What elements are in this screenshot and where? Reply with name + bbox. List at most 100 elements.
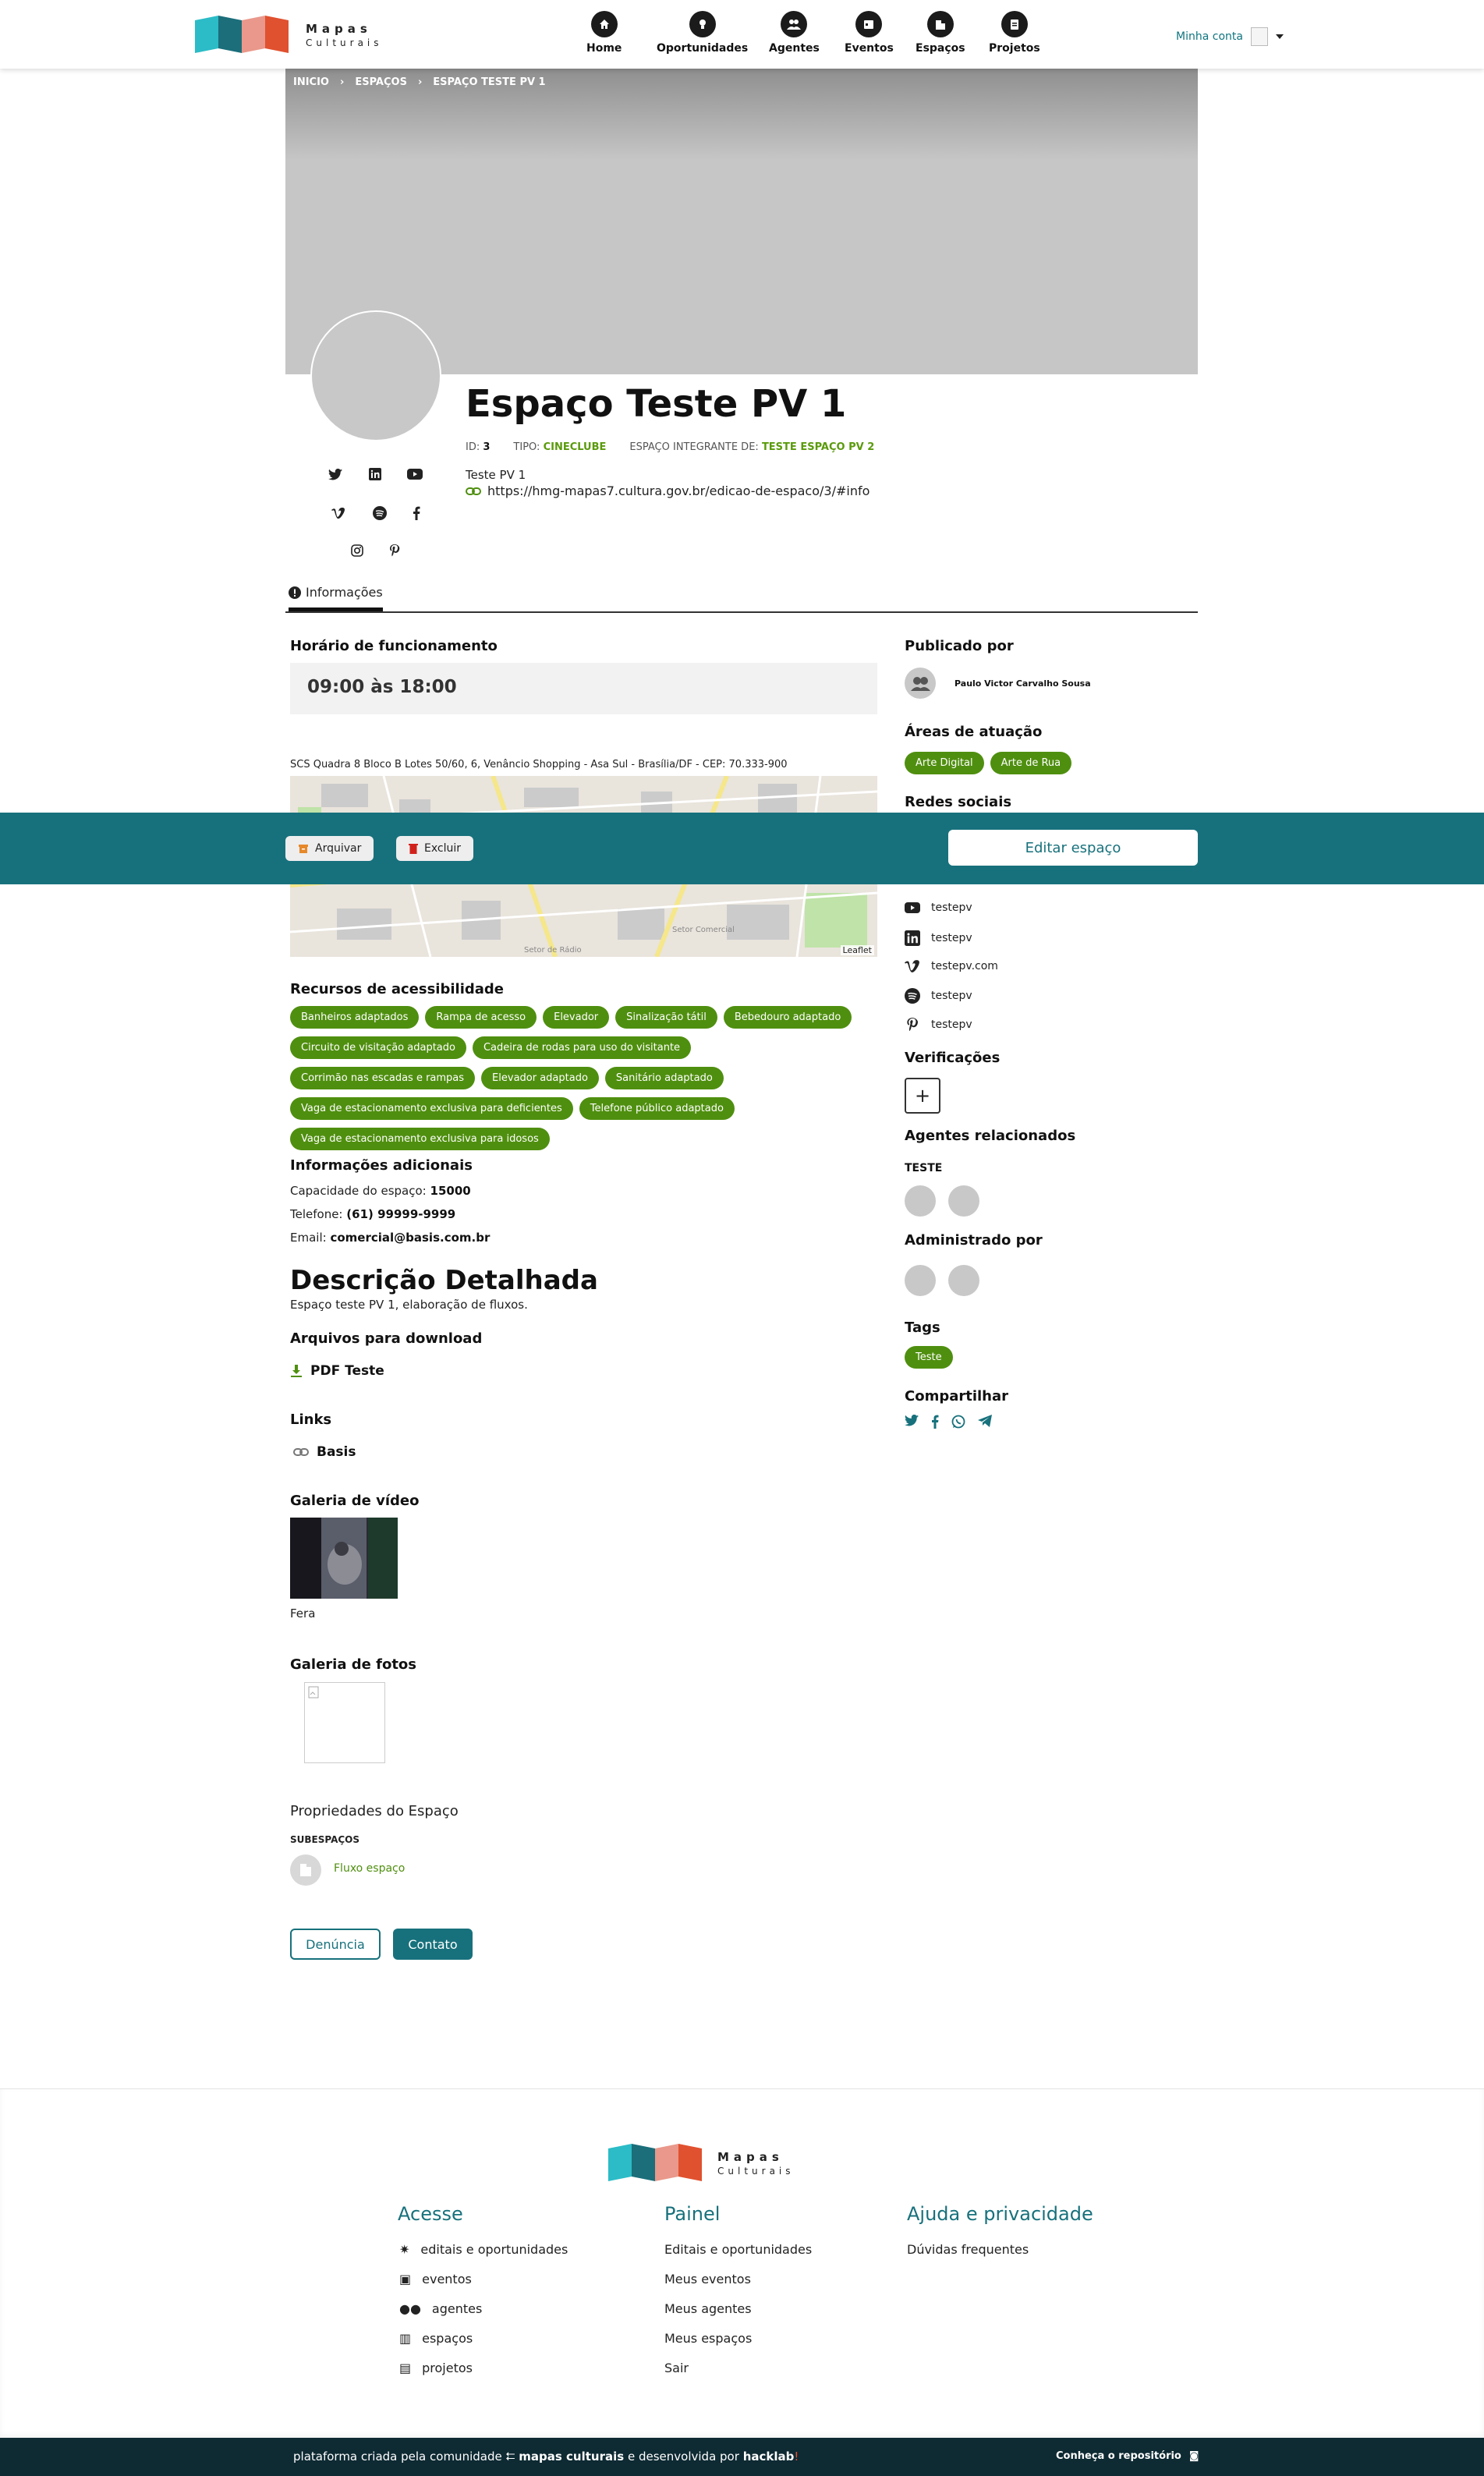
logo-icon[interactable] (608, 2144, 702, 2181)
footer-link-label: projetos (422, 2361, 473, 2375)
footer-link[interactable]: Meus espaços (664, 2331, 752, 2346)
accessibility-tag: Corrimão nas escadas e rampas (290, 1067, 476, 1089)
link-icon (293, 1448, 309, 1456)
edit-button[interactable]: Editar espaço (948, 830, 1198, 866)
social-heading: Redes sociais (905, 794, 1012, 810)
vimeo-icon[interactable] (331, 505, 346, 521)
footer-link[interactable]: ▤ projetos (399, 2361, 473, 2375)
nav-oportunidades[interactable]: Oportunidades (657, 11, 748, 55)
admin-avatar[interactable] (948, 1265, 979, 1296)
spotify-icon[interactable] (372, 505, 388, 521)
tab-informacoes[interactable]: Informações (289, 585, 383, 611)
photo-thumbnail[interactable] (304, 1682, 385, 1763)
admin-avatar[interactable] (905, 1265, 936, 1296)
breadcrumb-item[interactable]: ESPAÇOS (355, 76, 407, 88)
twitter-icon[interactable] (328, 466, 343, 482)
home-icon (590, 11, 618, 37)
facebook-icon[interactable] (409, 505, 424, 521)
nav-home[interactable]: Home (586, 11, 622, 55)
subspace-link[interactable]: Fluxo espaço (334, 1862, 405, 1875)
footer-link[interactable]: ●● agentes (399, 2301, 482, 2316)
telegram-icon[interactable] (978, 1415, 992, 1427)
account-menu[interactable]: Minha conta (1176, 27, 1284, 46)
pinterest-icon[interactable] (387, 543, 402, 558)
video-thumbnail[interactable] (290, 1518, 398, 1599)
areas-list: Arte Digital Arte de Rua (905, 752, 1078, 782)
footer-link[interactable]: ▣ eventos (399, 2272, 472, 2286)
social-handle: testepv.com (931, 960, 998, 972)
footer-link[interactable]: ▥ espaços (399, 2331, 473, 2346)
nav-label: Agentes (769, 42, 820, 55)
footer-logo-text[interactable]: Mapas Culturais (717, 2150, 795, 2178)
parent-label: ESPAÇO INTEGRANTE DE: (629, 441, 759, 453)
footer-link[interactable]: ✷ editais e oportunidades (399, 2242, 568, 2257)
footer: Mapas Culturais Acesse ✷ editais e oportu… (0, 2088, 1484, 2438)
verifications-heading: Verificações (905, 1050, 1001, 1066)
cover-image (285, 69, 1198, 374)
logo-text[interactable]: Mapas Culturais (306, 22, 383, 50)
building-icon (926, 11, 954, 37)
youtube-icon[interactable] (407, 466, 423, 482)
footer-link[interactable]: Meus agentes (664, 2301, 752, 2316)
publisher-name[interactable]: Paulo Victor Carvalho Sousa (955, 678, 1091, 689)
map-label: Setor Comercial (672, 926, 735, 934)
agent-avatar[interactable] (948, 1185, 979, 1217)
publisher-avatar[interactable] (905, 668, 936, 699)
description-heading: Descrição Detalhada (290, 1265, 598, 1296)
links-heading: Links (290, 1412, 332, 1428)
social-row-youtube[interactable]: testepv (905, 901, 972, 914)
nav-espacos[interactable]: Espaços (916, 11, 965, 55)
delete-button[interactable]: Excluir (396, 836, 473, 861)
bottom-bar: plataforma criada pela comunidade ⮄ mapa… (0, 2438, 1484, 2476)
breadcrumb: INICIO › ESPAÇOS › ESPAÇO TESTE PV 1 (293, 76, 546, 88)
parent-link[interactable]: TESTE ESPAÇO PV 2 (762, 441, 874, 453)
footer-link[interactable]: Dúvidas frequentes (907, 2242, 1029, 2257)
contact-button[interactable]: Contato (393, 1929, 473, 1960)
nav-agentes[interactable]: Agentes (769, 11, 820, 55)
footer-link[interactable]: Editais e oportunidades (664, 2242, 812, 2257)
social-row-pinterest[interactable]: testepv (905, 1017, 972, 1033)
credits-brand[interactable]: mapas culturais (519, 2449, 624, 2464)
instagram-icon[interactable] (349, 543, 365, 558)
parent-field: ESPAÇO INTEGRANTE DE: TESTE ESPAÇO PV 2 (629, 441, 874, 453)
tag[interactable]: Teste (905, 1346, 953, 1369)
repo-link[interactable]: Conheça o repositório ◙ (1056, 2450, 1199, 2462)
archive-button[interactable]: Arquivar (285, 836, 374, 861)
subspace-avatar (290, 1854, 321, 1886)
accessibility-tag: Elevador adaptado (481, 1067, 599, 1089)
additional-heading: Informações adicionais (290, 1157, 473, 1174)
logo-icon[interactable] (195, 16, 289, 53)
breadcrumb-item[interactable]: INICIO (293, 76, 329, 88)
top-header: Mapas Culturais Home Oportunidades Agent… (0, 0, 1484, 69)
social-row-linkedin[interactable]: testepv (905, 930, 972, 946)
social-row-spotify[interactable]: testepv (905, 988, 972, 1004)
report-button[interactable]: Denúncia (290, 1929, 381, 1960)
credits-text: plataforma criada pela comunidade (293, 2449, 502, 2464)
twitter-icon[interactable] (905, 1415, 919, 1426)
agents-icon: ●● (399, 2301, 421, 2316)
nav-projetos[interactable]: Projetos (989, 11, 1040, 55)
link-item[interactable]: Basis (293, 1444, 356, 1460)
footer-link[interactable]: Meus eventos (664, 2272, 751, 2286)
clipboard-icon: ▤ (399, 2361, 412, 2375)
social-row-vimeo[interactable]: testepv.com (905, 959, 998, 973)
nav-label: Espaços (916, 42, 965, 55)
nav-eventos[interactable]: Eventos (845, 11, 894, 55)
social-handle: testepv (931, 901, 972, 914)
credits-dev[interactable]: hacklab (743, 2449, 795, 2464)
download-item[interactable]: PDF Teste (290, 1363, 384, 1379)
linkedin-icon[interactable] (367, 466, 383, 482)
agent-avatar[interactable] (905, 1185, 936, 1217)
credits-text: e desenvolvida por (627, 2449, 739, 2464)
logo-line1: Mapas (306, 22, 372, 36)
trash-icon (409, 844, 418, 854)
site-link[interactable]: https://hmg-mapas7.cultura.gov.br/edicao… (466, 484, 870, 498)
whatsapp-icon[interactable] (951, 1415, 965, 1429)
hours-heading: Horário de funcionamento (290, 638, 498, 654)
social-handle: testepv (931, 932, 972, 944)
nav-label: Home (586, 42, 622, 55)
footer-link[interactable]: Sair (664, 2361, 689, 2375)
map-attribution[interactable]: Leaflet (840, 945, 874, 955)
facebook-icon[interactable] (931, 1415, 939, 1429)
add-verification-button[interactable]: + (905, 1078, 940, 1114)
